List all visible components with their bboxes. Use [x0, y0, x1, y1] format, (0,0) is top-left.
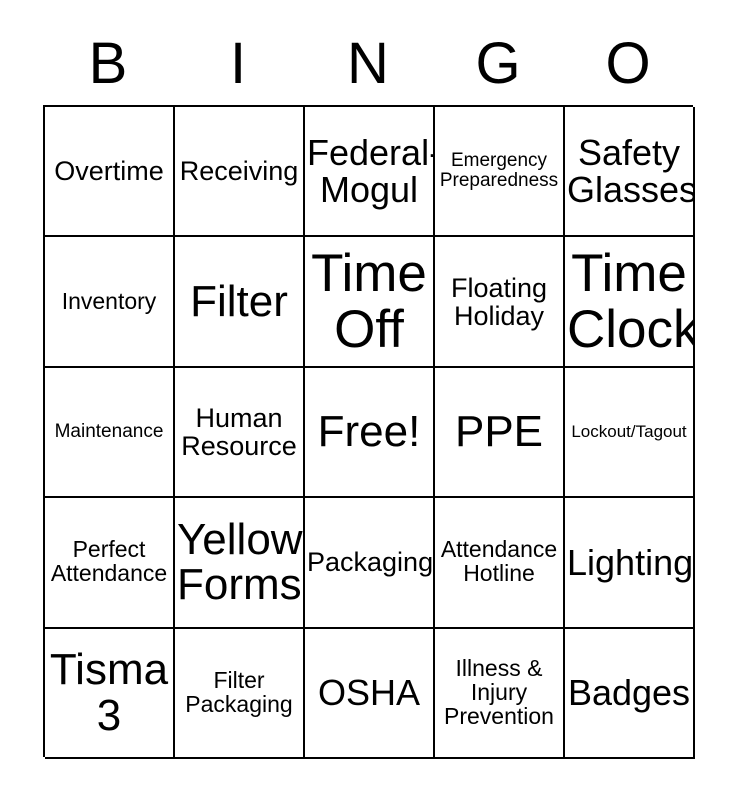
bingo-cell-label: Human Resource — [181, 402, 297, 461]
bingo-cell-label: Attendance Hotline — [440, 536, 558, 587]
bingo-cell-label: Receiving — [179, 156, 299, 187]
bingo-cell-r1c2[interactable]: Receiving — [175, 107, 305, 238]
bingo-grid: Overtime Receiving Federal- Mogul Emergency… — [43, 105, 695, 759]
bingo-cell-r4c1[interactable]: Perfect Attendance — [45, 498, 175, 629]
bingo-cell-r1c1[interactable]: Overtime — [45, 107, 175, 238]
bingo-cell-r3c3[interactable]: Free! — [305, 367, 435, 499]
bingo-cell-label: Inventory — [61, 287, 157, 314]
bingo-cell-label: Badges — [567, 672, 691, 714]
bingo-cell-r3c2[interactable]: Human Resource — [175, 367, 305, 499]
bingo-cell-label: Lighting — [567, 541, 694, 583]
bingo-cell-r2c5[interactable]: Time Clock — [565, 237, 695, 368]
bingo-cell-label: Overtime — [54, 156, 164, 187]
bingo-cell-label: Lockout/Tagout — [571, 422, 687, 442]
bingo-cell-label: Free! — [317, 407, 421, 457]
bingo-cell-label: Filter — [190, 276, 288, 326]
bingo-header-row: BINGO — [43, 22, 693, 105]
bingo-cell-label: Tisma 3 — [49, 645, 169, 740]
bingo-cell-r4c2[interactable]: Yellow Forms — [175, 498, 305, 629]
bingo-cell-label: Time Clock — [567, 244, 695, 359]
bingo-cell-label: PPE — [454, 407, 544, 457]
bingo-cell-label: Illness & Injury Prevention — [444, 654, 554, 729]
bingo-cell-label: Maintenance — [54, 421, 164, 443]
bingo-cell-r2c1[interactable]: Inventory — [45, 237, 175, 368]
bingo-cell-r2c2[interactable]: Filter — [175, 237, 305, 368]
bingo-cell-label: Perfect Attendance — [50, 536, 168, 587]
bingo-cell-r5c5[interactable]: Badges — [565, 628, 695, 759]
bingo-cell-label: Emergency Preparedness — [439, 150, 559, 192]
bingo-cell-r5c1[interactable]: Tisma 3 — [45, 628, 175, 759]
bingo-cell-label: OSHA — [317, 672, 421, 714]
bingo-cell-r5c3[interactable]: OSHA — [305, 628, 435, 759]
bingo-cell-label: Filter Packaging — [185, 666, 293, 717]
bingo-cell-r2c3[interactable]: Time Off — [305, 237, 435, 368]
bingo-card: B I N G O Overtime Receiving Federal- Mogul Eme… — [0, 0, 736, 800]
bingo-header-letter-5: O — [605, 30, 651, 96]
bingo-cell-r5c4[interactable]: Illness & Injury Prevention — [435, 628, 565, 759]
bingo-cell-label: Federal- Mogul — [307, 131, 435, 211]
bingo-header-letter-3: N — [347, 30, 389, 96]
bingo-cell-r4c5[interactable]: Lighting — [565, 498, 695, 629]
bingo-cell-r3c4[interactable]: PPE — [435, 367, 565, 499]
bingo-cell-r1c3[interactable]: Federal- Mogul — [305, 107, 435, 238]
bingo-cell-label: Safety Glasses — [567, 131, 695, 211]
bingo-cell-r3c5[interactable]: Lockout/Tagout — [565, 367, 695, 499]
bingo-cell-r2c4[interactable]: Floating Holiday — [435, 237, 565, 368]
bingo-header-letter-2: I — [229, 30, 247, 96]
bingo-cell-label: Packaging — [307, 547, 434, 578]
bingo-header-letter-4: G — [475, 30, 521, 96]
bingo-header-letter-1: B — [88, 30, 128, 96]
bingo-cell-r1c4[interactable]: Emergency Preparedness — [435, 107, 565, 238]
bingo-cell-label: Floating Holiday — [450, 272, 548, 331]
bingo-cell-r4c4[interactable]: Attendance Hotline — [435, 498, 565, 629]
bingo-cell-label: Yellow Forms — [177, 514, 303, 610]
bingo-cell-r1c5[interactable]: Safety Glasses — [565, 107, 695, 238]
bingo-cell-r3c1[interactable]: Maintenance — [45, 367, 175, 499]
bingo-cell-r5c2[interactable]: Filter Packaging — [175, 628, 305, 759]
bingo-cell-r4c3[interactable]: Packaging — [305, 498, 435, 629]
bingo-cell-label: Time Off — [311, 244, 427, 359]
